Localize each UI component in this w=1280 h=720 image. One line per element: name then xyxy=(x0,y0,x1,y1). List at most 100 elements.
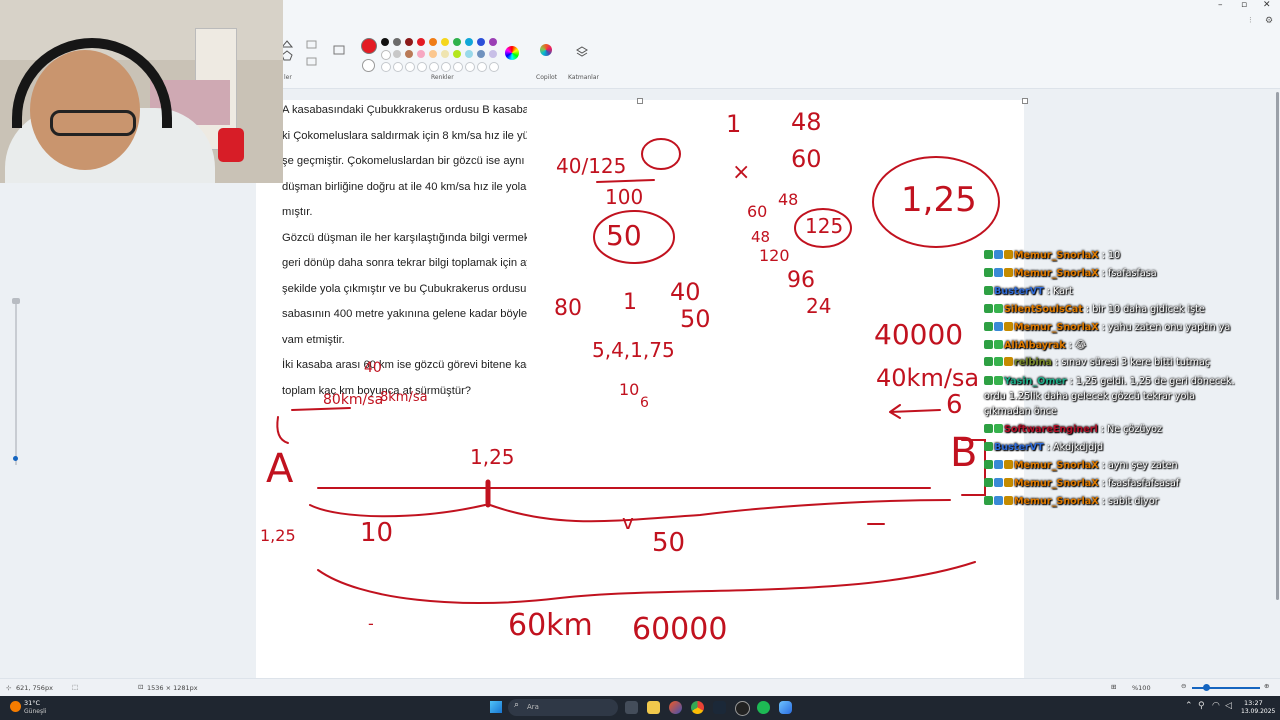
copilot-app-icon[interactable] xyxy=(669,701,682,714)
volume-icon[interactable]: ◁ xyxy=(1225,701,1232,711)
chat-badge-icon xyxy=(994,495,1003,505)
cursor-position: 621, 756px xyxy=(16,684,53,692)
chat-message: AliAlbayrak : 😂 xyxy=(984,337,1244,355)
chat-separator: : xyxy=(1043,285,1053,297)
chat-username[interactable]: Memur_SnorlaX xyxy=(1014,496,1099,507)
chat-badge-icon xyxy=(984,442,993,452)
chat-badge-icon xyxy=(984,478,993,488)
chat-text: 10 xyxy=(1107,250,1121,261)
zoom-in-icon[interactable]: ⊕ xyxy=(1264,682,1269,690)
ink-40: 40 xyxy=(670,278,701,306)
chat-username[interactable]: relbina xyxy=(1014,357,1052,368)
chat-username[interactable]: SilentSoulsCat xyxy=(1004,304,1083,315)
ink-speed: 40km/sa xyxy=(876,364,980,392)
ink-80: 80 xyxy=(554,296,582,321)
file-explorer-icon[interactable] xyxy=(647,701,660,714)
ink-left-125: 1,25 xyxy=(260,526,296,545)
chat-username[interactable]: Yasin_Omer xyxy=(1004,376,1067,387)
clock-time[interactable]: 13:27 xyxy=(1244,699,1263,707)
chat-username[interactable]: Memur_SnorlaX xyxy=(1014,268,1099,279)
ink-40000: 40000 xyxy=(874,318,964,351)
chat-text: 😂 xyxy=(1074,339,1087,351)
tray-chevron-icon[interactable]: ⌃ xyxy=(1185,701,1193,711)
clock-date[interactable]: 13.09.2025 xyxy=(1241,708,1275,715)
ink-125-big: 1,25 xyxy=(901,180,977,220)
chat-text: fsasfasfafsasaf xyxy=(1107,478,1180,490)
ink-60km: 60km xyxy=(508,608,593,643)
chat-separator: : xyxy=(1066,376,1076,388)
fit-icon[interactable]: ⊞ xyxy=(1111,683,1116,691)
search-box[interactable]: ⌕ Ara xyxy=(508,699,618,716)
ink-dash: - xyxy=(368,614,374,633)
chat-username[interactable]: Memur_SnorlaX xyxy=(1014,478,1099,489)
chat-separator: : xyxy=(1065,339,1075,351)
chat-message: Memur_SnorlaX : yahu zaten onu yaptın ya xyxy=(984,319,1244,337)
chat-username[interactable]: Memur_SnorlaX xyxy=(1014,460,1099,471)
chat-separator: : xyxy=(1098,478,1108,490)
chat-badge-icon xyxy=(984,460,993,470)
chat-badge-icon xyxy=(984,424,993,434)
obs-icon[interactable] xyxy=(735,701,750,716)
webcam-overlay xyxy=(0,0,283,183)
chat-message: SilentSoulsCat : bir 10 daha gidicek işt… xyxy=(984,301,1244,319)
chat-separator: : xyxy=(1098,460,1108,472)
steam-icon[interactable] xyxy=(713,701,726,714)
chat-separator: : xyxy=(1082,303,1093,315)
ink-mult-a: 60 xyxy=(747,202,768,221)
network-icon[interactable]: ⚲ xyxy=(1198,701,1205,711)
ink-6: 6 xyxy=(640,395,649,411)
chat-badge-icon xyxy=(994,250,1003,259)
chat-message: Yasin_Omer : 1,25 geldi. 1,25 de geri dö… xyxy=(984,372,1244,421)
start-icon[interactable] xyxy=(490,701,502,713)
ink-60000: 60000 xyxy=(632,612,728,647)
ink-times: × xyxy=(732,160,751,185)
task-view-icon[interactable] xyxy=(625,701,638,714)
chat-message: BusterVT : Kart xyxy=(984,283,1244,301)
chat-text: yahu zaten onu yaptın ya xyxy=(1107,321,1231,333)
chat-username[interactable]: AliAlbayrak xyxy=(1004,340,1066,351)
chat-message: Memur_SnorlaX : sabit diyor xyxy=(984,493,1244,511)
chat-badge-icon xyxy=(994,321,1003,331)
chat-text: Ne çözüyoz xyxy=(1107,424,1163,436)
chat-message: SoftwareEnginerl : Ne çözüyoz xyxy=(984,421,1244,439)
zoom-thumb[interactable] xyxy=(1203,684,1210,691)
chat-username[interactable]: Memur_SnorlaX xyxy=(1014,322,1099,333)
search-placeholder: Ara xyxy=(527,703,539,711)
chat-badge-icon xyxy=(1004,250,1013,259)
ink-fraction: 40/125 xyxy=(556,154,627,178)
ink-fraction-b: 8km/sa xyxy=(380,390,428,405)
spotify-icon[interactable] xyxy=(757,701,770,714)
chat-badge-icon xyxy=(984,357,993,367)
chat-text: bir 10 daha gidicek işte xyxy=(1092,303,1205,315)
zoom-level[interactable]: %100 xyxy=(1132,684,1151,692)
ink-label-a: A xyxy=(266,446,294,492)
wifi-icon[interactable]: ◠ xyxy=(1212,701,1220,711)
paint-app-icon[interactable] xyxy=(779,701,792,714)
chat-username[interactable]: BusterVT xyxy=(994,286,1044,297)
chat-username[interactable]: BusterVT xyxy=(994,442,1044,453)
search-icon: ⌕ xyxy=(514,700,520,710)
stream-chat: Memur_SnorlaX : 10 Memur_SnorlaX : fsafas… xyxy=(984,247,1244,511)
glasses xyxy=(50,110,136,136)
chat-message: Memur_SnorlaX : aynı şey zaten xyxy=(984,457,1244,475)
chat-username[interactable]: SoftwareEnginerl xyxy=(1004,424,1098,435)
chat-badge-icon xyxy=(984,285,993,295)
ink-one-b: 1 xyxy=(623,290,637,315)
zoom-out-icon[interactable]: ⊖ xyxy=(1181,682,1186,690)
chat-message: relbina : sınav süresi 3 kere bitti tutm… xyxy=(984,354,1244,372)
room-wall xyxy=(0,0,283,60)
chat-separator: : xyxy=(1052,357,1062,369)
status-bar: ⊹ 621, 756px ⬚ ⊡ 1536 × 1281px ⊞ %100 ⊖ … xyxy=(0,678,1280,697)
chat-separator: : xyxy=(1098,267,1108,279)
weather-desc: Güneşli xyxy=(24,708,47,715)
ink-mult-result: 120 xyxy=(759,246,790,265)
chat-message: Memur_SnorlaX : 10 xyxy=(984,247,1244,265)
chat-text: aynı şey zaten xyxy=(1107,460,1178,472)
ink-label-b: B xyxy=(950,430,978,476)
weather-icon[interactable] xyxy=(10,701,21,712)
chat-username[interactable]: Memur_SnorlaX xyxy=(1014,250,1099,261)
ink-10-small: 10 xyxy=(619,380,640,399)
chat-badge-icon xyxy=(994,460,1003,470)
plush-toy xyxy=(218,128,244,162)
chrome-icon[interactable] xyxy=(691,701,704,714)
